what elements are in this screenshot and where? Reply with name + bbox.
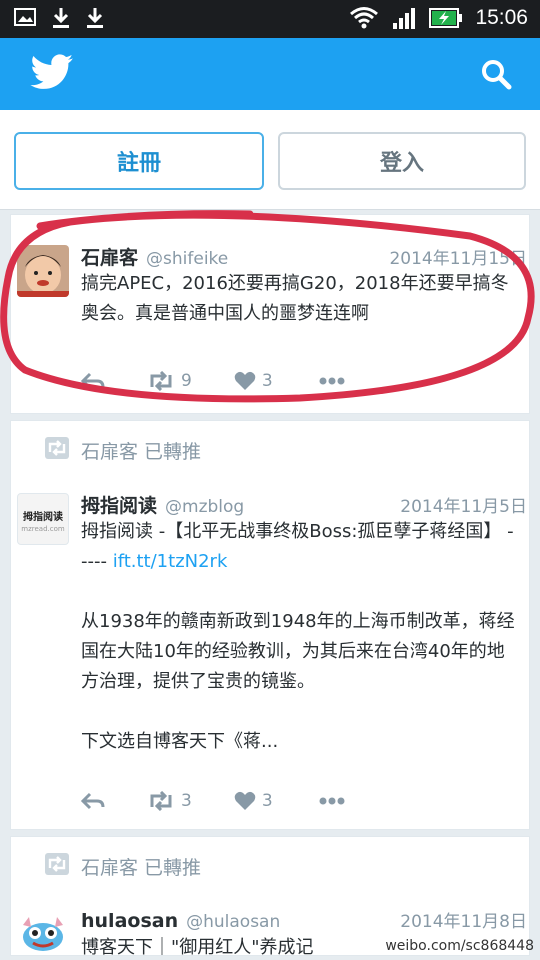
retweet-button[interactable]: 9 [147,371,192,391]
retweeted-by: 石扉客 已轉推 [45,853,201,880]
retweet-icon [147,791,175,811]
avatar[interactable] [17,909,69,955]
tweet-date[interactable]: 2014年11月8日 [400,907,527,932]
download-icon-2 [86,7,104,29]
heart-icon [234,791,256,811]
tweet-author-name[interactable]: 拇指阅读 [81,491,157,518]
more-dots-icon [319,377,345,385]
more-button[interactable] [319,377,345,385]
tweet-text: 拇指阅读 -【北平无战事终极Boss:孤臣孽子蒋经国】 ----- ift.tt… [81,517,517,757]
signup-button[interactable]: 註冊 [14,132,264,190]
tweet-date[interactable]: 2014年11月15日 [389,244,527,269]
tweet-date[interactable]: 2014年11月5日 [400,492,527,517]
tweet[interactable]: 石扉客 已轉推 拇指阅读 mzread.com 拇指阅读 @mzblog 201… [10,420,530,830]
twitter-bird-icon[interactable] [30,54,74,94]
like-count: 3 [261,371,273,391]
avatar-logo-sub: mzread.com [21,525,65,533]
tweet-text-paragraph-2: 下文选自博客天下《蒋... [81,731,279,752]
tweet-link[interactable]: ift.tt/1tzN2rk [113,551,228,572]
image-notification-icon [14,7,36,29]
retweet-count: 9 [181,371,192,391]
retweeted-by-text[interactable]: 石扉客 已轉推 [81,853,201,880]
heart-icon [234,371,256,391]
tweet-author-name[interactable]: hulaosan [81,910,178,932]
more-button[interactable] [319,797,345,805]
login-button[interactable]: 登入 [278,132,526,190]
watermark: weibo.com/sc868448 [385,938,534,954]
app-header [0,38,540,110]
search-icon[interactable] [480,58,512,94]
tweet-author-handle[interactable]: @mzblog [165,497,244,517]
retweet-icon [147,371,175,391]
retweet-small-icon [45,437,69,464]
tweet-actions: 9 3 [81,371,345,391]
tweet-text: 搞完APEC，2016还要再搞G20，2018年还要早搞冬奥会。真是普通中国人的… [81,273,509,324]
avatar[interactable]: 拇指阅读 mzread.com [17,493,69,545]
reply-icon [81,792,105,810]
tweet-actions: 3 3 [81,791,345,811]
tweet[interactable]: 石扉客 @shifeike 2014年11月15日 搞完APEC，2016还要再… [10,214,530,414]
avatar[interactable] [17,245,69,297]
tweet-header: 拇指阅读 @mzblog 2014年11月5日 [81,491,527,518]
tweet-text-paragraph: 从1938年的赣南新政到1948年的上海币制改革，蒋经国在大陆10年的经验教训，… [81,611,515,692]
retweet-button[interactable]: 3 [147,791,192,811]
reply-button[interactable] [81,372,105,390]
like-count: 3 [261,791,273,811]
status-time: 15:06 [475,6,528,29]
wifi-icon [349,6,379,30]
tweet-header: hulaosan @hulaosan 2014年11月8日 [81,907,527,932]
auth-bar: 註冊 登入 [0,110,540,210]
download-icon [52,7,70,29]
like-button[interactable]: 3 [234,791,273,811]
retweeted-by: 石扉客 已轉推 [45,437,201,464]
status-bar: 15:06 [0,0,540,38]
timeline: 石扉客 @shifeike 2014年11月15日 搞完APEC，2016还要再… [0,214,540,960]
tweet-author-handle[interactable]: @hulaosan [186,912,280,932]
retweet-small-icon [45,853,69,880]
like-button[interactable]: 3 [234,371,273,391]
reply-icon [81,372,105,390]
signal-icon [391,6,417,30]
battery-charging-icon [429,6,463,30]
tweet-author-name[interactable]: 石扉客 [81,243,138,270]
tweet-header: 石扉客 @shifeike 2014年11月15日 [81,243,527,270]
retweeted-by-text[interactable]: 石扉客 已轉推 [81,437,201,464]
tweet-author-handle[interactable]: @shifeike [146,249,228,269]
retweet-count: 3 [181,791,192,811]
avatar-logo-text: 拇指阅读 [23,512,63,523]
more-dots-icon [319,797,345,805]
reply-button[interactable] [81,792,105,810]
